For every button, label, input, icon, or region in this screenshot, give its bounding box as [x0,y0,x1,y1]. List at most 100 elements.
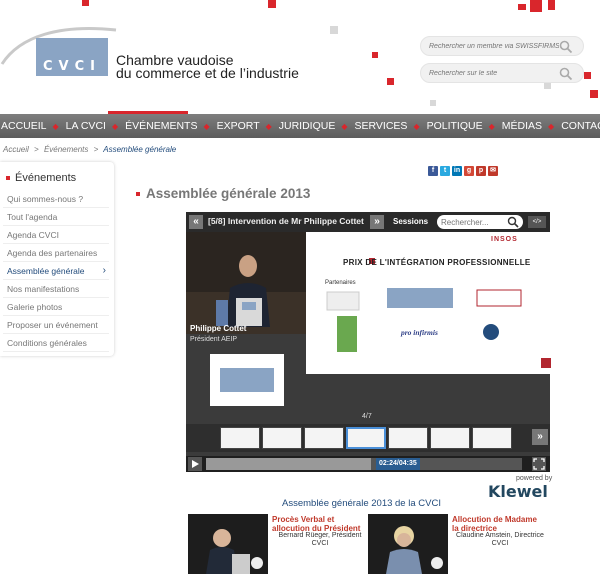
sidebar-item-nos-manifestations[interactable]: Nos manifestations [3,280,109,298]
sidebar: Événements Qui sommes-nous ? Tout l'agen… [0,162,114,356]
fullscreen-button[interactable] [532,457,546,471]
nav-separator: ◆ [265,121,272,131]
sidebar-item-galerie-photos[interactable]: Galerie photos [3,298,109,316]
search-icon[interactable] [559,67,573,81]
slide-insos-logo: INSOS [491,236,518,243]
nav-item-services[interactable]: SERVICES [354,120,408,132]
sidebar-item-assemblee-generale[interactable]: Assemblée générale › [3,262,109,280]
deco-square [387,78,394,85]
slide-thumbnail[interactable] [262,427,302,449]
slide-thumbnail-active[interactable] [346,427,386,449]
slide-graphics [326,258,551,368]
next-slides-button[interactable]: » [532,429,548,445]
sidebar-item-agenda-partenaires[interactable]: Agenda des partenaires [3,244,109,262]
play-icon [192,460,199,468]
speaker-name: Philippe Cottet [190,324,247,333]
nav-separator: ◆ [548,121,555,131]
deco-square [530,0,542,12]
slide-pro-infirmis-logo: pro infirmis [401,328,438,337]
nav-separator: ◆ [52,121,59,131]
clip-thumbnail[interactable] [188,514,268,574]
breadcrumb-current: Assemblée générale [103,145,177,154]
slide-thumbnail[interactable] [220,427,260,449]
play-icon[interactable] [251,557,263,569]
player-session-title: [5/8] Intervention de Mr Philippe Cottet [208,216,364,226]
twitter-icon[interactable]: t [440,166,450,176]
cvci-logo[interactable]: CVCI [36,38,108,76]
linkedin-icon[interactable]: in [452,166,462,176]
player-controls: 02:24/04:35 [186,456,550,472]
slide-thumbnail[interactable] [472,427,512,449]
nav-item-contact[interactable]: CONTACT [560,120,600,132]
deco-square [372,52,378,58]
nav-separator: ◆ [413,121,420,131]
nav-separator: ◆ [341,121,348,131]
google-plus-icon[interactable]: g [464,166,474,176]
deco-square [590,90,598,98]
play-icon[interactable] [431,557,443,569]
nav-item-politique[interactable]: POLITIQUE [426,120,483,132]
sidebar-item-conditions-generales[interactable]: Conditions générales [3,334,109,352]
prev-session-button[interactable]: « [189,215,203,229]
deco-square [548,0,555,10]
embed-code-button[interactable]: </> [528,216,546,228]
clip-thumbnail[interactable] [368,514,448,574]
deco-square [330,26,338,34]
speaker-video-frame [186,232,306,334]
play-button[interactable] [188,457,202,471]
search-icon[interactable] [559,40,573,54]
nav-item-accueil[interactable]: ACCUEIL [0,120,47,132]
nav-separator: ◆ [488,121,495,131]
sidebar-item-proposer-evenement[interactable]: Proposer un événement [3,316,109,334]
clip-speaker: Bernard Rüeger, Président CVCI [278,532,362,547]
member-search-input[interactable] [429,40,559,53]
slide-partners-label: Partenaires [325,280,356,286]
nav-item-evenements[interactable]: ÉVÉNEMENTS [124,120,197,132]
clip-speaker: Claudine Amstein, Directrice CVCI [456,532,544,547]
page-title-text: Assemblée générale 2013 [146,186,311,201]
red-bullet [6,176,10,180]
klewel-logo[interactable]: Klewel [488,482,548,501]
next-session-button[interactable]: » [370,215,384,229]
seek-bar[interactable] [206,458,522,470]
presentation-slide[interactable]: INSOS PRIX DE L'INTÉGRATION PROFESSIONNE… [306,232,551,374]
slide-thumbnail-strip: » [186,424,550,452]
search-icon[interactable] [507,216,519,228]
nav-item-medias[interactable]: MÉDIAS [501,120,542,132]
nav-item-juridique[interactable]: JURIDIQUE [278,120,336,132]
clip-title[interactable]: Allocution de Madame la directrice [452,515,544,533]
deco-square [430,100,436,106]
timecode: 02:24/04:35 [376,458,420,470]
deco-square [518,4,526,10]
deco-square [268,0,276,8]
breadcrumb-home[interactable]: Accueil [3,145,29,154]
red-bullet [136,191,140,196]
breadcrumb-parent[interactable]: Événements [44,145,88,154]
breadcrumb: Accueil > Événements > Assemblée général… [3,145,176,154]
deco-square [584,72,591,79]
sidebar-item-tout-agenda[interactable]: Tout l'agenda [3,208,109,226]
sessions-button[interactable]: Sessions [393,215,428,229]
facebook-icon[interactable]: f [428,166,438,176]
pdf-icon[interactable]: p [476,166,486,176]
email-icon[interactable]: ✉ [488,166,498,176]
sidebar-item-agenda-cvci[interactable]: Agenda CVCI [3,226,109,244]
cvci-logo-small [220,368,274,392]
nav-item-la-cvci[interactable]: LA CVCI [65,120,106,132]
site-search-box [420,63,584,83]
slide-thumbnail[interactable] [388,427,428,449]
org-name-line2: du commerce et de l’industrie [116,65,299,81]
site-search-input[interactable] [429,67,559,80]
speaker-organization-logo [210,354,284,406]
clip-title[interactable]: Procès Verbal et allocution du Président [272,515,368,533]
deco-square [544,82,551,89]
slide-thumbnail[interactable] [304,427,344,449]
sidebar-item-qui-sommes-nous[interactable]: Qui sommes-nous ? [3,190,109,208]
nav-item-export[interactable]: EXPORT [216,120,260,132]
player-search-box [437,215,523,229]
slide-thumbnail[interactable] [430,427,470,449]
speaker-video[interactable] [186,232,306,334]
player-search-input[interactable] [441,216,505,228]
slide-counter: 4/7 [362,413,372,420]
nav-separator: ◆ [111,121,119,131]
